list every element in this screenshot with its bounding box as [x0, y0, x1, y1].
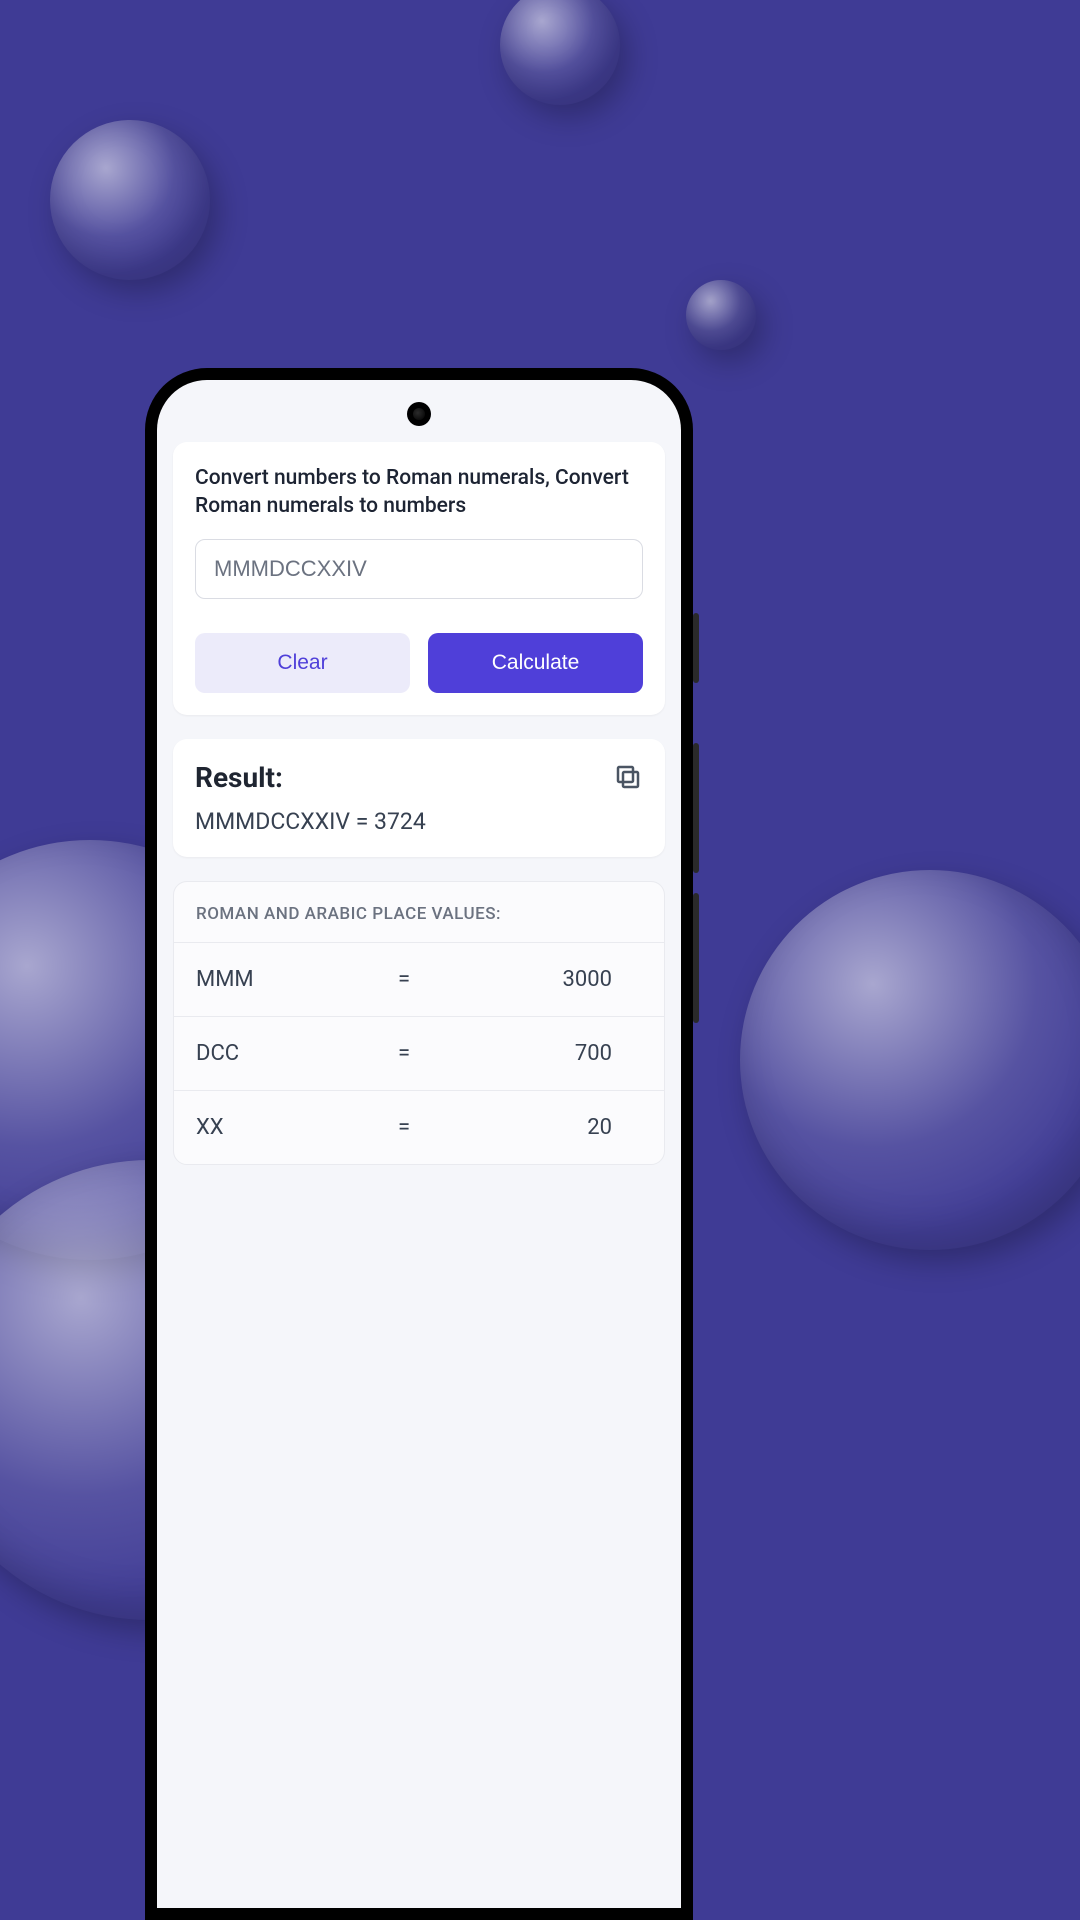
- bg-sphere: [740, 870, 1080, 1250]
- pv-value: 3000: [446, 967, 642, 992]
- phone-side-button: [693, 743, 699, 873]
- calculate-button[interactable]: Calculate: [428, 633, 643, 693]
- converter-description: Convert numbers to Roman numerals, Conve…: [195, 464, 643, 521]
- phone-frame: Convert numbers to Roman numerals, Conve…: [145, 368, 693, 1920]
- result-title: Result:: [195, 761, 283, 794]
- phone-camera: [407, 402, 431, 426]
- table-row: DCC = 700: [174, 1016, 664, 1090]
- result-card: Result: MMMDCCXXIV = 3724: [173, 739, 665, 857]
- pv-value: 20: [446, 1115, 642, 1140]
- phone-screen: Convert numbers to Roman numerals, Conve…: [157, 380, 681, 1908]
- clear-button[interactable]: Clear: [195, 633, 410, 693]
- bg-sphere: [50, 120, 210, 280]
- pv-equals: =: [362, 1115, 445, 1140]
- pv-roman: XX: [196, 1115, 362, 1140]
- bg-sphere: [686, 280, 756, 350]
- numeral-input[interactable]: [195, 539, 643, 599]
- converter-card: Convert numbers to Roman numerals, Conve…: [173, 442, 665, 715]
- table-row: MMM = 3000: [174, 942, 664, 1016]
- result-value: MMMDCCXXIV = 3724: [195, 808, 643, 835]
- phone-side-button: [693, 613, 699, 683]
- copy-icon[interactable]: [613, 762, 643, 792]
- pv-equals: =: [362, 967, 445, 992]
- button-row: Clear Calculate: [195, 633, 643, 693]
- pv-roman: DCC: [196, 1041, 362, 1066]
- bg-sphere: [500, 0, 620, 105]
- pv-equals: =: [362, 1041, 445, 1066]
- table-row: XX = 20: [174, 1090, 664, 1164]
- phone-side-button: [693, 893, 699, 1023]
- place-values-card: ROMAN AND ARABIC PLACE VALUES: MMM = 300…: [173, 881, 665, 1165]
- place-values-title: ROMAN AND ARABIC PLACE VALUES:: [174, 882, 664, 942]
- pv-value: 700: [446, 1041, 642, 1066]
- pv-roman: MMM: [196, 967, 362, 992]
